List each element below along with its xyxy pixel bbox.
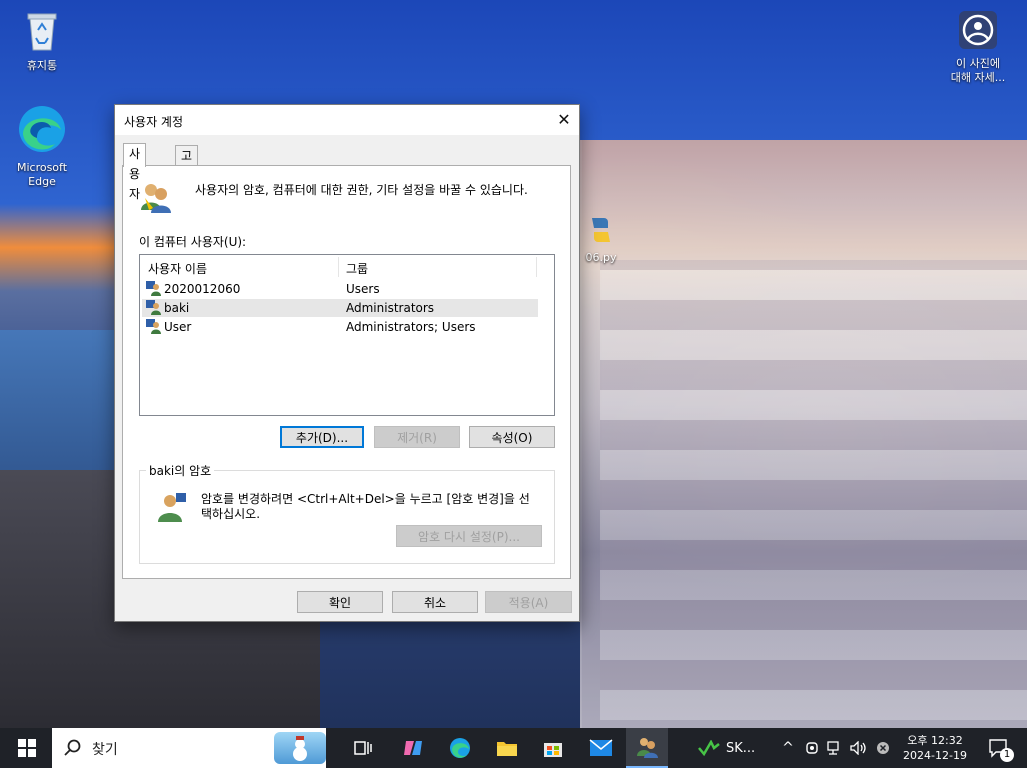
password-groupbox: baki의 암호 암호를 변경하려면 <Ctrl+Alt+Del>을 누르고 [… xyxy=(139,462,555,564)
column-header-group[interactable]: 그룹 xyxy=(346,260,368,277)
camera-icon xyxy=(806,742,818,754)
clock-date: 2024-12-19 xyxy=(903,749,967,762)
copilot-icon xyxy=(404,741,422,755)
store-button[interactable] xyxy=(536,728,570,768)
remove-user-button[interactable]: 제거(R) xyxy=(374,426,460,448)
search-icon xyxy=(64,739,81,756)
close-button[interactable]: ✕ xyxy=(549,105,579,135)
folder-icon xyxy=(497,742,517,756)
tray-overflow-button[interactable]: ^ xyxy=(778,728,798,768)
edge-icon xyxy=(450,738,470,758)
user-icon xyxy=(146,281,161,299)
snowman-icon xyxy=(293,736,307,761)
network-icon xyxy=(827,741,839,755)
edge-label-line2: Edge xyxy=(28,175,56,188)
mail-button[interactable] xyxy=(584,728,618,768)
running-app-button[interactable]: SK... xyxy=(698,728,762,768)
users-list-label: 이 컴퓨터 사용자(U): xyxy=(139,235,247,249)
task-view-button[interactable] xyxy=(346,728,380,768)
search-placeholder: 찾기 xyxy=(92,742,118,758)
intro-text: 사용자의 암호, 컴퓨터에 대한 권한, 기타 설정을 바꿀 수 있습니다. xyxy=(195,183,528,197)
task-view-icon xyxy=(354,741,372,755)
tab-users[interactable]: 사용자 xyxy=(123,143,147,201)
users-tab-panel: 사용자의 암호, 컴퓨터에 대한 권한, 기타 설정을 바꿀 수 있습니다. 이… xyxy=(122,165,571,579)
user-accounts-dialog: 사용자 계정 ✕ 사용자 고급 사용자의 암호, 컴퓨터에 대한 권한, 기타 … xyxy=(114,104,580,622)
volume-button[interactable] xyxy=(848,728,870,768)
wallpaper-houses xyxy=(600,260,1027,720)
copilot-button[interactable] xyxy=(396,728,430,768)
password-user-icon xyxy=(156,491,188,526)
desktop-icon-learn-about-picture[interactable]: 이 사진에 대해 자세... xyxy=(940,10,1016,85)
apply-button[interactable]: 적용(A) xyxy=(485,591,572,613)
mail-icon xyxy=(589,739,613,756)
column-separator[interactable] xyxy=(338,257,339,277)
store-icon xyxy=(544,743,562,757)
picture-label-line2: 대해 자세... xyxy=(950,71,1006,84)
search-highlight-image[interactable] xyxy=(274,732,326,764)
column-separator[interactable] xyxy=(536,257,537,277)
user-row-2020012060[interactable]: 2020012060 Users xyxy=(142,280,538,298)
notification-center-button[interactable]: 1 xyxy=(982,728,1016,768)
user-row-user[interactable]: User Administrators; Users xyxy=(142,318,538,336)
running-app-label: SK... xyxy=(726,740,756,756)
edge-label-line1: Microsoft xyxy=(16,161,68,174)
desktop-icon-recycle-bin[interactable]: 휴지통 xyxy=(4,8,80,73)
network-button[interactable] xyxy=(825,728,845,768)
recycle-bin-label: 휴지통 xyxy=(26,59,58,72)
start-button[interactable] xyxy=(8,728,46,768)
dialog-title: 사용자 계정 xyxy=(124,115,184,129)
user-icon xyxy=(146,319,161,337)
clock-button[interactable]: 오후 12:32 2024-12-19 xyxy=(896,730,974,766)
user-group: Administrators xyxy=(346,301,435,315)
speaker-icon xyxy=(850,741,866,755)
picture-label-line1: 이 사진에 xyxy=(956,57,1000,70)
user-group: Administrators; Users xyxy=(346,320,476,334)
sk-app-icon xyxy=(698,740,720,756)
dialog-titlebar[interactable]: 사용자 계정 ✕ xyxy=(115,105,579,135)
tray-meet-button[interactable] xyxy=(802,728,822,768)
edge-taskbar-button[interactable] xyxy=(443,728,477,768)
camera-circle-icon xyxy=(940,10,1016,54)
password-instructions-line2: 택하십시오. xyxy=(201,507,261,521)
reset-password-button[interactable]: 암호 다시 설정(P)... xyxy=(396,525,542,547)
edge-icon xyxy=(4,104,80,158)
properties-button[interactable]: 속성(O) xyxy=(469,426,555,448)
tab-advanced[interactable]: 고급 xyxy=(175,145,199,183)
user-row-baki[interactable]: baki Administrators xyxy=(142,299,538,317)
user-group: Users xyxy=(346,282,380,296)
recycle-bin-icon xyxy=(4,8,80,56)
clock-time: 오후 12:32 xyxy=(907,734,963,747)
user-icon xyxy=(146,300,161,318)
desktop-icon-edge[interactable]: Microsoft Edge xyxy=(4,104,80,189)
file-explorer-button[interactable] xyxy=(490,728,524,768)
user-name: baki xyxy=(164,301,190,315)
column-header-username[interactable]: 사용자 이름 xyxy=(148,260,207,277)
user-name: User xyxy=(164,320,192,334)
notification-badge: 1 xyxy=(1000,748,1014,762)
users-list-header: 사용자 이름 그룹 xyxy=(140,255,554,279)
status-warning-button[interactable] xyxy=(873,728,893,768)
cancel-button[interactable]: 취소 xyxy=(392,591,478,613)
users-list[interactable]: 사용자 이름 그룹 2020012060 Users baki Administ… xyxy=(139,254,555,416)
ok-button[interactable]: 확인 xyxy=(297,591,383,613)
python-file-icon xyxy=(580,216,622,248)
users-icon xyxy=(637,738,658,758)
add-user-button[interactable]: 추가(D)... xyxy=(280,426,364,448)
user-name: 2020012060 xyxy=(164,282,241,296)
x-circle-icon xyxy=(877,742,889,754)
password-groupbox-title: baki의 암호 xyxy=(146,462,215,479)
users-header-icon xyxy=(139,180,173,217)
user-accounts-taskbar-button[interactable] xyxy=(626,728,668,768)
taskbar-search-box[interactable]: 찾기 xyxy=(52,728,326,768)
windows-logo-icon xyxy=(18,739,36,757)
